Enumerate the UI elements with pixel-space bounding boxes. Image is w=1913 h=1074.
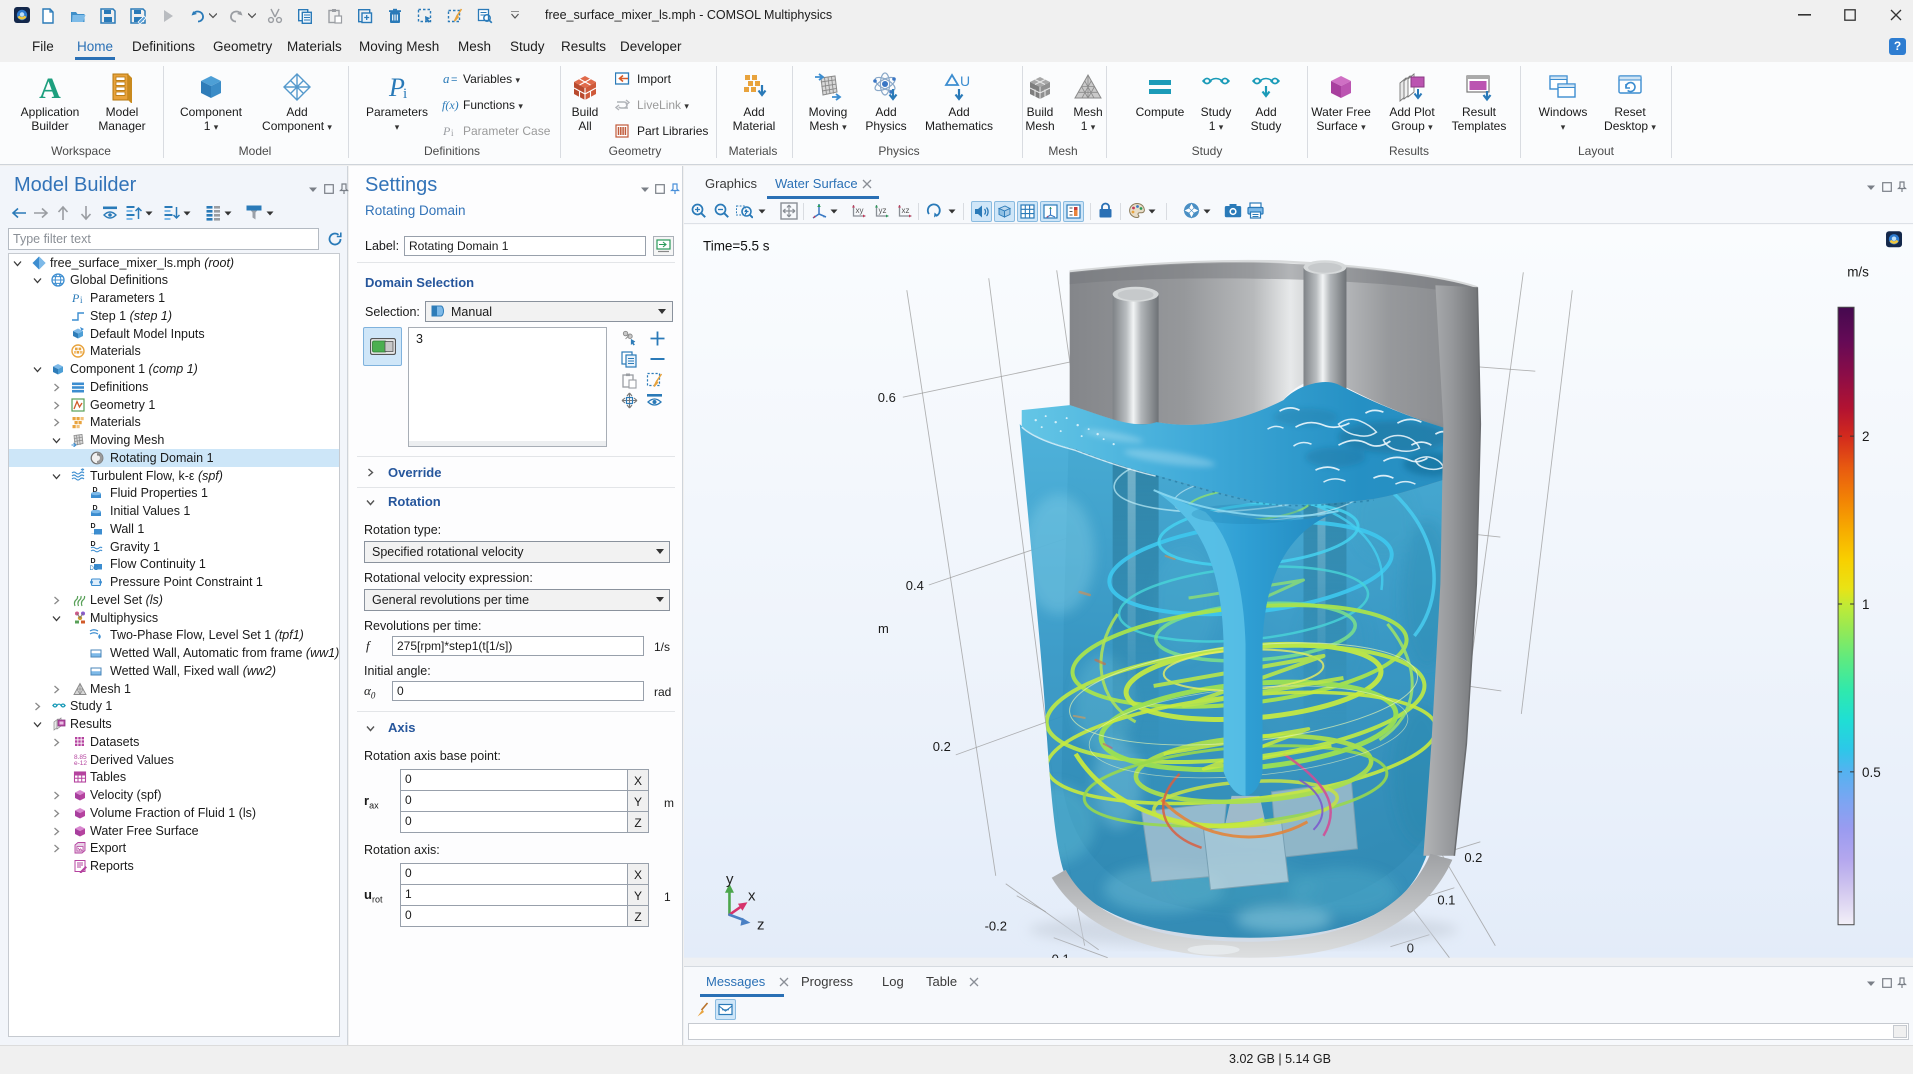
- svg-text:yz: yz: [879, 206, 887, 215]
- svg-text:P: P: [71, 291, 80, 305]
- svg-text:0.1: 0.1: [1437, 893, 1455, 908]
- svg-text:-0.2: -0.2: [985, 919, 1007, 934]
- svg-text:m: m: [878, 621, 889, 636]
- svg-text:0: 0: [1407, 941, 1414, 956]
- svg-text:2: 2: [1862, 429, 1870, 444]
- svg-text:i: i: [451, 128, 454, 138]
- svg-text:0.2: 0.2: [933, 739, 951, 754]
- svg-text:U: U: [960, 73, 970, 89]
- svg-text:y: y: [726, 871, 734, 888]
- svg-text:Time=5.5 s: Time=5.5 s: [703, 238, 770, 253]
- svg-text:i: i: [403, 86, 407, 102]
- svg-text:i: i: [80, 295, 83, 305]
- svg-text:D: D: [91, 558, 96, 565]
- svg-text:0.4: 0.4: [906, 578, 924, 593]
- svg-text:1: 1: [1862, 597, 1870, 612]
- svg-text:a: a: [443, 71, 450, 86]
- svg-text:0.6: 0.6: [878, 390, 896, 405]
- svg-text:0.2: 0.2: [1464, 850, 1482, 865]
- svg-text:→: →: [90, 530, 97, 536]
- svg-text:xz: xz: [902, 206, 910, 215]
- svg-text:=: =: [451, 74, 457, 86]
- svg-text:A: A: [39, 72, 61, 103]
- svg-text:m/s: m/s: [1847, 264, 1869, 279]
- svg-text:DC: DC: [90, 566, 99, 571]
- svg-text:0.5: 0.5: [1862, 765, 1881, 780]
- svg-text:D: D: [91, 523, 96, 530]
- svg-text:x: x: [748, 888, 756, 905]
- svg-text:e-12: e-12: [74, 760, 87, 766]
- svg-text:P: P: [443, 124, 451, 138]
- svg-text:z: z: [757, 917, 764, 934]
- svg-text:xy: xy: [856, 206, 864, 215]
- svg-text:f(x): f(x): [442, 98, 459, 112]
